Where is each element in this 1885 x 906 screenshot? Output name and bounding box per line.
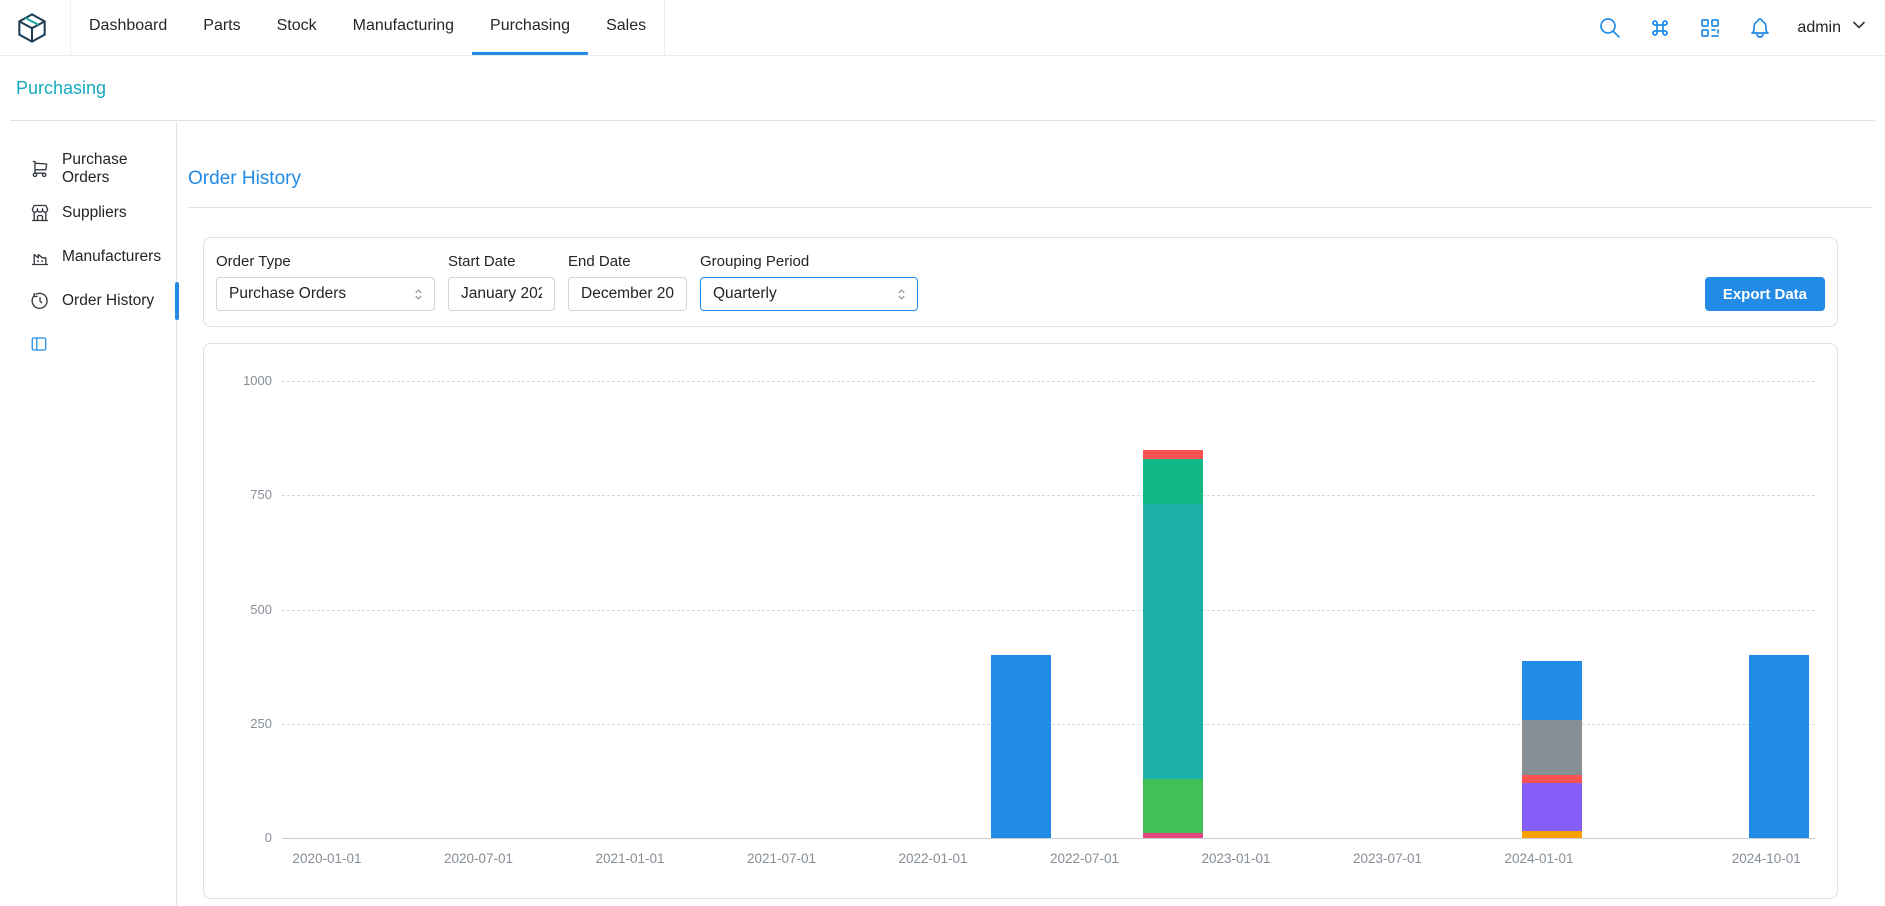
bar-segment bbox=[1522, 783, 1582, 831]
x-axis-tick-label: 2022-07-01 bbox=[1025, 851, 1145, 866]
shopping-cart-icon bbox=[30, 159, 50, 179]
navbar-actions: admin bbox=[1597, 15, 1869, 41]
order-history-chart: 0 250 500 750 1000 2020-01-01 2020-07-01 2021-0… bbox=[203, 343, 1838, 899]
grouping-period-select[interactable]: Quarterly bbox=[700, 277, 918, 311]
page-header: Purchasing bbox=[10, 57, 1875, 121]
chart-gridline bbox=[282, 610, 1815, 611]
bar-segment bbox=[1749, 655, 1809, 838]
sidebar: Purchase Orders Suppliers Manufacturers … bbox=[0, 122, 177, 906]
app-logo-icon[interactable] bbox=[16, 12, 48, 44]
search-icon[interactable] bbox=[1597, 15, 1623, 41]
x-axis-tick-label: 2024-01-01 bbox=[1479, 851, 1599, 866]
barcode-scan-icon[interactable] bbox=[1697, 15, 1723, 41]
sidebar-item-label: Purchase Orders bbox=[62, 151, 176, 187]
tab-manufacturing[interactable]: Manufacturing bbox=[335, 0, 472, 55]
selector-updown-icon bbox=[894, 287, 909, 302]
sidebar-item-label: Order History bbox=[62, 292, 154, 310]
x-axis-tick-label: 2021-07-01 bbox=[722, 851, 842, 866]
app-root: Dashboard Parts Stock Manufacturing Purc… bbox=[0, 0, 1885, 906]
filter-panel: Order Type Purchase Orders Start Date En… bbox=[203, 237, 1838, 327]
breadcrumb[interactable]: Purchasing bbox=[10, 78, 106, 99]
export-data-button[interactable]: Export Data bbox=[1705, 277, 1825, 311]
x-axis-tick-label: 2024-10-01 bbox=[1706, 851, 1826, 866]
sidebar-item-suppliers[interactable]: Suppliers bbox=[0, 191, 176, 235]
grouping-period-filter: Grouping Period Quarterly bbox=[700, 253, 918, 311]
bar-segment bbox=[1522, 720, 1582, 775]
building-store-icon bbox=[30, 203, 50, 223]
order-type-select[interactable]: Purchase Orders bbox=[216, 277, 435, 311]
bar-segment bbox=[1143, 450, 1203, 459]
start-date-input[interactable] bbox=[448, 277, 555, 311]
tab-stock[interactable]: Stock bbox=[259, 0, 335, 55]
x-axis-tick-label: 2022-01-01 bbox=[873, 851, 993, 866]
user-menu[interactable]: admin bbox=[1797, 15, 1869, 40]
main-panel: Order History Order Type Purchase Orders… bbox=[178, 122, 1885, 906]
building-factory-icon bbox=[30, 247, 50, 267]
chart-gridline bbox=[282, 381, 1815, 382]
chart-canvas: 0 250 500 750 1000 2020-01-01 2020-07-01 2021-0… bbox=[204, 344, 1837, 898]
sidebar-item-label: Suppliers bbox=[62, 204, 127, 222]
title-divider bbox=[188, 207, 1873, 208]
start-date-filter: Start Date bbox=[448, 253, 555, 311]
bar-segment bbox=[1143, 779, 1203, 834]
selector-updown-icon bbox=[411, 287, 426, 302]
y-axis-tick-label: 250 bbox=[204, 716, 272, 731]
y-axis-tick-label: 0 bbox=[204, 830, 272, 845]
sidebar-item-manufacturers[interactable]: Manufacturers bbox=[0, 235, 176, 279]
y-axis-tick-label: 500 bbox=[204, 602, 272, 617]
bar-segment bbox=[1522, 831, 1582, 838]
command-palette-icon[interactable] bbox=[1647, 15, 1673, 41]
bar-segment bbox=[1143, 459, 1203, 505]
bar-segment bbox=[991, 655, 1051, 838]
history-clock-icon bbox=[30, 291, 50, 311]
sidebar-item-order-history[interactable]: Order History bbox=[0, 279, 176, 323]
x-axis-tick-label: 2020-07-01 bbox=[419, 851, 539, 866]
username-label: admin bbox=[1797, 19, 1841, 37]
tab-dashboard[interactable]: Dashboard bbox=[71, 0, 185, 55]
chevron-down-icon bbox=[1849, 15, 1869, 40]
nav-tabs: Dashboard Parts Stock Manufacturing Purc… bbox=[70, 0, 665, 55]
chart-gridline bbox=[282, 495, 1815, 496]
grouping-period-label: Grouping Period bbox=[700, 253, 918, 270]
x-axis-tick-label: 2021-01-01 bbox=[570, 851, 690, 866]
bar-segment bbox=[1522, 775, 1582, 783]
x-axis-tick-label: 2020-01-01 bbox=[267, 851, 387, 866]
tab-purchasing[interactable]: Purchasing bbox=[472, 0, 588, 55]
end-date-input[interactable] bbox=[568, 277, 687, 311]
grouping-period-value: Quarterly bbox=[713, 285, 777, 303]
end-date-filter: End Date bbox=[568, 253, 687, 311]
bar-segment bbox=[1143, 833, 1203, 838]
tab-sales[interactable]: Sales bbox=[588, 0, 664, 55]
collapse-sidebar-icon[interactable] bbox=[30, 335, 50, 355]
page-title: Order History bbox=[188, 168, 1885, 190]
top-navbar: Dashboard Parts Stock Manufacturing Purc… bbox=[0, 0, 1885, 56]
end-date-label: End Date bbox=[568, 253, 687, 270]
bar-segment bbox=[1522, 661, 1582, 720]
sidebar-item-label: Manufacturers bbox=[62, 248, 161, 266]
bar-segment bbox=[1143, 504, 1203, 778]
y-axis-tick-label: 1000 bbox=[204, 373, 272, 388]
order-type-filter: Order Type Purchase Orders bbox=[216, 253, 435, 311]
x-axis-tick-label: 2023-01-01 bbox=[1176, 851, 1296, 866]
notifications-bell-icon[interactable] bbox=[1747, 15, 1773, 41]
sidebar-item-purchase-orders[interactable]: Purchase Orders bbox=[0, 147, 176, 191]
chart-gridline bbox=[282, 838, 1815, 839]
order-type-label: Order Type bbox=[216, 253, 435, 270]
tab-parts[interactable]: Parts bbox=[185, 0, 258, 55]
order-type-value: Purchase Orders bbox=[229, 285, 346, 303]
y-axis-tick-label: 750 bbox=[204, 487, 272, 502]
start-date-label: Start Date bbox=[448, 253, 555, 270]
x-axis-tick-label: 2023-07-01 bbox=[1328, 851, 1448, 866]
